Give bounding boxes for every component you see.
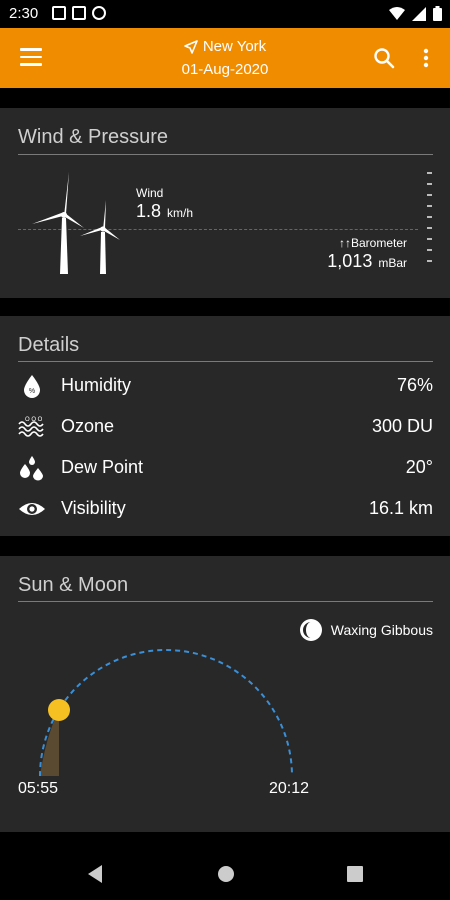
wind-label: Wind	[136, 186, 164, 200]
divider	[18, 154, 433, 155]
wind-speed-value: 1.8	[136, 201, 162, 221]
wifi-icon	[389, 6, 405, 20]
svg-text:O O O: O O O	[25, 417, 43, 423]
cell-signal-icon	[412, 6, 426, 21]
barometer-unit: mBar	[378, 256, 407, 270]
location-name: New York	[202, 38, 267, 55]
system-icons	[389, 6, 442, 21]
do-not-disturb-icon	[92, 6, 106, 20]
sd-card-icon	[72, 6, 86, 20]
eye-icon	[19, 503, 45, 515]
more-vert-icon[interactable]	[420, 46, 432, 70]
search-icon[interactable]	[372, 46, 396, 70]
detail-label: Humidity	[61, 375, 132, 395]
barometer-label-text: Barometer	[350, 236, 407, 250]
sun-path-arc	[39, 649, 293, 777]
wind-turbine-icon	[32, 172, 120, 274]
notification-a-icon	[52, 6, 66, 20]
status-time: 2:30	[9, 5, 39, 22]
humidity-drop-icon: %	[24, 375, 40, 398]
back-icon[interactable]	[86, 864, 104, 884]
recents-icon[interactable]	[346, 864, 364, 884]
detail-label: Visibility	[61, 498, 126, 518]
svg-text:%: %	[29, 388, 35, 395]
battery-icon	[433, 6, 442, 21]
detail-value: 300 DU	[371, 416, 433, 436]
detail-value: 20°	[405, 457, 433, 477]
wind-pressure-card: Wind & Pressure Wind 1.8 km/h ↑↑Barometer…	[0, 108, 450, 298]
sunrise-time: 05:55	[18, 780, 59, 797]
navigation-arrow-icon	[184, 39, 198, 54]
detail-row-ozone: O O O Ozone 300 DU	[0, 406, 450, 446]
ozone-waves-icon: O O O	[18, 417, 44, 437]
sun-path-chart	[39, 649, 293, 777]
system-nav-bar	[0, 848, 450, 900]
detail-value: 16.1 km	[368, 498, 433, 518]
detail-row-dew-point: Dew Point 20°	[0, 447, 450, 487]
pressure-scale	[427, 172, 433, 276]
sun-moon-card: Sun & Moon Waxing Gibbous 05:55 20:12	[0, 556, 450, 832]
pressure-trend-icon: ↑↑	[338, 236, 351, 250]
divider	[18, 361, 433, 362]
sunset-time: 20:12	[269, 780, 310, 797]
barometer-reading: 1,013 mBar	[327, 251, 407, 272]
app-bar: New York 01-Aug-2020	[0, 28, 450, 88]
detail-row-humidity: % Humidity 76%	[0, 365, 450, 405]
detail-value: 76%	[396, 375, 433, 395]
dew-drops-icon	[20, 456, 43, 481]
sun-position-icon	[48, 699, 70, 721]
home-icon[interactable]	[216, 864, 236, 884]
barometer-value: 1,013	[327, 251, 373, 271]
notification-icons	[52, 6, 106, 20]
card-title: Details	[18, 334, 80, 356]
detail-row-visibility: Visibility 16.1 km	[0, 488, 450, 528]
detail-label: Ozone	[61, 416, 115, 436]
status-bar: 2:30	[0, 0, 450, 28]
wind-speed: 1.8 km/h	[136, 201, 193, 222]
wind-speed-unit: km/h	[167, 206, 194, 220]
card-title: Wind & Pressure	[18, 126, 169, 148]
barometer-label: ↑↑Barometer	[339, 236, 407, 250]
detail-label: Dew Point	[61, 457, 144, 477]
details-card: Details % Humidity 76% O O O Ozone 300 D…	[0, 316, 450, 536]
